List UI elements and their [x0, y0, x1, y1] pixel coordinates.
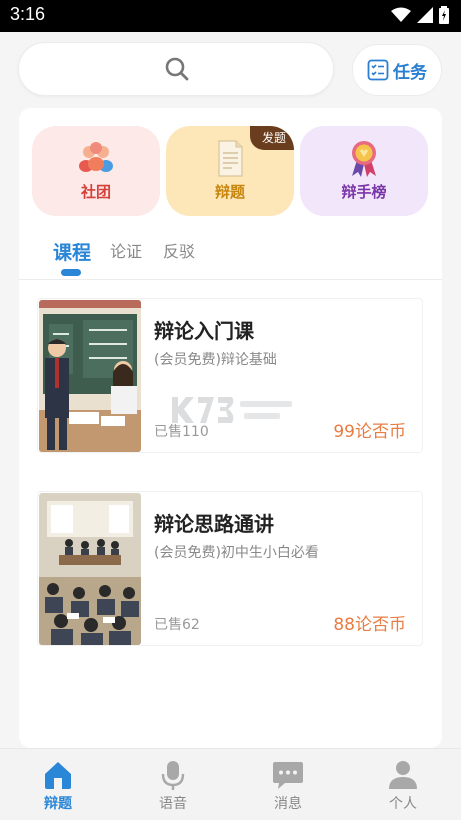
top-bar: 任务 — [0, 32, 461, 106]
course-sold-count: 已售62 — [154, 617, 200, 633]
nav-voice[interactable]: 语音 — [133, 759, 213, 813]
person-icon — [389, 761, 417, 789]
nav-topics[interactable]: 辩题 — [18, 759, 98, 813]
bottom-nav: 辩题 语音 消息 个人 — [0, 748, 461, 820]
course-thumbnail — [39, 300, 141, 452]
search-icon — [165, 57, 189, 81]
course-subtitle: (会员免费)初中生小白必看 — [154, 545, 319, 561]
nav-label: 个人 — [389, 796, 417, 812]
microphone-icon — [161, 761, 185, 790]
category-debater-ranking[interactable]: 辩手榜 — [300, 126, 428, 216]
course-thumbnail — [39, 493, 141, 645]
course-title: 辩论入门课 — [154, 319, 254, 343]
nav-label: 消息 — [274, 796, 302, 812]
tab-rebuttal[interactable]: 反驳 — [163, 238, 195, 262]
category-label: 社团 — [80, 183, 111, 201]
signal-icon — [417, 7, 433, 23]
task-button[interactable]: 任务 — [352, 44, 442, 96]
course-card[interactable]: 辩论入门课 (会员免费)辩论基础 已售110 99论否币 — [37, 298, 423, 453]
document-icon — [218, 140, 243, 177]
task-list-icon — [367, 59, 389, 81]
category-label: 辩手榜 — [341, 183, 387, 201]
award-ribbon-icon — [352, 141, 376, 177]
nav-label: 语音 — [159, 796, 187, 812]
course-tabs: 课程 论证 反驳 — [19, 236, 442, 280]
nav-label: 辩题 — [44, 796, 72, 812]
search-input[interactable] — [18, 42, 334, 96]
status-time: 3:16 — [10, 4, 46, 24]
home-icon — [45, 762, 71, 789]
category-topics[interactable]: 发题 辩题 — [166, 126, 294, 216]
wifi-icon — [391, 7, 411, 22]
category-label: 辩题 — [214, 183, 245, 201]
category-club[interactable]: 社团 — [32, 126, 160, 216]
tab-courses[interactable]: 课程 — [53, 238, 91, 265]
nav-messages[interactable]: 消息 — [248, 759, 328, 813]
status-icons — [391, 6, 449, 24]
tab-argument[interactable]: 论证 — [110, 238, 142, 262]
course-price: 88论否币 — [333, 615, 406, 635]
course-price: 99论否币 — [333, 422, 406, 442]
course-card[interactable]: 辩论思路通讲 (会员免费)初中生小白必看 已售62 88论否币 — [37, 491, 423, 646]
new-topic-badge[interactable]: 发题 — [249, 126, 294, 150]
nav-profile[interactable]: 个人 — [363, 759, 443, 813]
status-bar: 3:16 — [0, 0, 461, 32]
course-subtitle: (会员免费)辩论基础 — [154, 352, 277, 368]
task-button-label: 任务 — [393, 62, 427, 83]
course-title: 辩论思路通讲 — [154, 512, 274, 536]
group-icon — [79, 142, 113, 172]
chat-icon — [273, 762, 303, 789]
battery-icon — [439, 6, 449, 24]
active-tab-indicator — [61, 269, 81, 276]
watermark-logo — [172, 397, 292, 423]
